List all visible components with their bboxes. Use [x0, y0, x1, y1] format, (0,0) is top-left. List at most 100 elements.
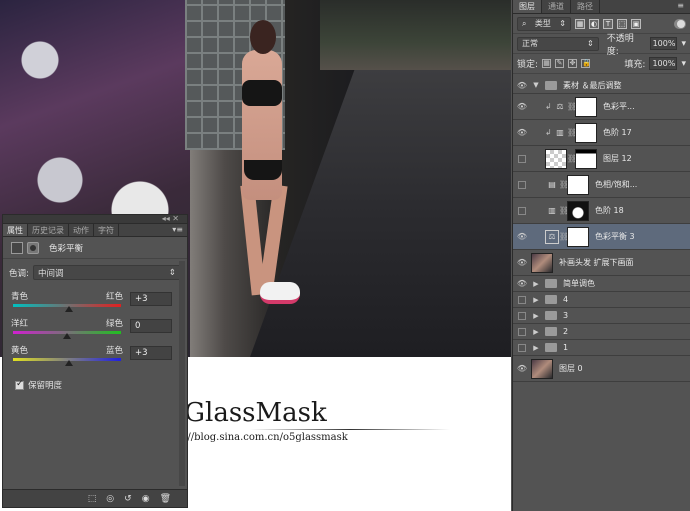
- slider-knob[interactable]: [64, 306, 73, 312]
- slider-left-label: 黄色: [11, 346, 29, 356]
- fill-label: 填充:: [624, 60, 646, 70]
- blend-mode-select[interactable]: 正常 ⇕: [517, 36, 599, 51]
- layer-name: 素材 ＆最后调整: [563, 80, 622, 90]
- layer-group-row[interactable]: ▶ 4: [513, 292, 690, 308]
- opacity-input[interactable]: 100%: [649, 37, 678, 50]
- layer-mask-thumbnail[interactable]: [567, 200, 589, 221]
- layer-row[interactable]: ⛓ 图层 12: [513, 146, 690, 172]
- visibility-box[interactable]: [518, 311, 526, 320]
- eye-icon[interactable]: 👁: [513, 102, 531, 111]
- slider-knob[interactable]: [64, 360, 73, 366]
- eye-icon[interactable]: 👁: [513, 232, 531, 241]
- filter-text-icon[interactable]: T: [603, 18, 613, 29]
- tab-channels[interactable]: 通道: [542, 0, 571, 13]
- trash-icon[interactable]: 🗑: [160, 494, 171, 504]
- layer-row[interactable]: 👁 ↲ ▥ ⛓ 色阶 17: [513, 120, 690, 146]
- tab-history[interactable]: 历史记录: [28, 224, 69, 236]
- lock-all-icon[interactable]: 🔒: [581, 59, 591, 68]
- slider-value-field[interactable]: 0: [130, 319, 172, 333]
- visibility-box[interactable]: [518, 343, 526, 352]
- preserve-luminosity-checkbox[interactable]: [15, 379, 24, 390]
- layer-thumbnail[interactable]: [531, 252, 553, 273]
- lock-paint-icon[interactable]: ✎: [555, 59, 565, 68]
- slider-left-label: 洋红: [11, 319, 29, 329]
- tab-actions[interactable]: 动作: [69, 224, 94, 236]
- tab-paths[interactable]: 路径: [571, 0, 600, 13]
- eye-icon[interactable]: 👁: [513, 81, 531, 90]
- layer-group-row[interactable]: 👁 ▶ 简单调色: [513, 276, 690, 292]
- layer-row[interactable]: ▥ ⛓ 色阶 18: [513, 198, 690, 224]
- layer-group-row[interactable]: ▶ 2: [513, 324, 690, 340]
- search-icon: ⌕: [522, 18, 527, 28]
- layer-name: 1: [563, 343, 569, 352]
- lock-transparent-icon[interactable]: ▦: [542, 59, 552, 68]
- layer-row-selected[interactable]: 👁 ⚖ ⛓ 色彩平衡 3: [513, 224, 690, 250]
- layer-thumbnail[interactable]: [545, 148, 567, 169]
- expand-arrow-icon[interactable]: ▶: [531, 312, 541, 320]
- layer-group-row[interactable]: 👁 ▼ 素材 ＆最后调整: [513, 77, 690, 94]
- opacity-dropdown-icon[interactable]: ▾: [681, 39, 686, 49]
- visibility-box[interactable]: [518, 327, 526, 336]
- layer-row[interactable]: 👁 ↲ ⚖ ⛓ 色彩平...: [513, 94, 690, 120]
- reset-icon[interactable]: ↺: [124, 494, 132, 504]
- fill-dropdown-icon[interactable]: ▾: [681, 59, 686, 69]
- fill-input[interactable]: 100%: [649, 57, 678, 70]
- filter-adjust-icon[interactable]: ◐: [589, 18, 599, 29]
- eye-icon[interactable]: 👁: [513, 258, 531, 267]
- eye-icon[interactable]: 👁: [513, 279, 531, 288]
- visibility-icon[interactable]: ◉: [142, 494, 150, 504]
- collapse-icon[interactable]: ◂◂ ✕: [162, 214, 179, 223]
- visibility-box[interactable]: [518, 295, 526, 304]
- link-icon: ⛓: [567, 102, 578, 111]
- visibility-box[interactable]: [518, 206, 526, 215]
- properties-scrollbar[interactable]: [179, 261, 185, 486]
- expand-arrow-icon[interactable]: ▶: [531, 328, 541, 336]
- visibility-box[interactable]: [518, 180, 526, 189]
- filter-shape-icon[interactable]: ⬚: [617, 18, 627, 29]
- expand-arrow-icon[interactable]: ▶: [531, 296, 541, 304]
- folder-icon: [545, 327, 557, 336]
- view-prev-icon[interactable]: ◎: [106, 494, 114, 504]
- expand-arrow-icon[interactable]: ▼: [531, 81, 541, 89]
- slider-value-field[interactable]: +3: [130, 292, 172, 306]
- eye-icon[interactable]: 👁: [513, 128, 531, 137]
- clip-icon[interactable]: ⬚: [88, 494, 97, 504]
- layer-row[interactable]: 👁 图层 0: [513, 356, 690, 382]
- layer-name: 简单调色: [563, 279, 595, 288]
- lock-move-icon[interactable]: ✥: [568, 59, 578, 68]
- filter-pixel-icon[interactable]: ▦: [575, 18, 585, 29]
- layer-mask-thumbnail[interactable]: [567, 226, 589, 247]
- layer-name: 4: [563, 295, 569, 304]
- layers-menu-icon[interactable]: ≡: [677, 1, 684, 10]
- tab-properties[interactable]: 属性: [3, 224, 28, 236]
- layer-mask-thumbnail[interactable]: [575, 148, 597, 169]
- tone-select[interactable]: 中间调 ⇕: [33, 265, 181, 280]
- layer-group-row[interactable]: ▶ 1: [513, 340, 690, 356]
- panel-menu-icon[interactable]: ▾≡: [172, 225, 183, 234]
- link-icon: ⛓: [559, 180, 570, 189]
- layer-row[interactable]: 👁 补画头发 扩展下画面: [513, 250, 690, 276]
- watermark-line: [250, 429, 450, 430]
- filter-smart-icon[interactable]: ▣: [631, 18, 641, 29]
- tab-character[interactable]: 字符: [94, 224, 119, 236]
- slider-knob[interactable]: [63, 333, 71, 339]
- eye-icon[interactable]: 👁: [513, 364, 531, 373]
- layer-mask-thumbnail[interactable]: [575, 122, 597, 143]
- mask-icon[interactable]: [27, 241, 39, 254]
- expand-arrow-icon[interactable]: ▶: [531, 280, 541, 288]
- tab-layers[interactable]: 图层: [513, 0, 542, 13]
- layer-thumbnail[interactable]: [531, 358, 553, 379]
- filter-type-select[interactable]: ⌕ 类型 ⇕: [517, 16, 571, 31]
- filter-toggle[interactable]: [674, 18, 686, 29]
- layer-mask-thumbnail[interactable]: [575, 96, 597, 117]
- layer-mask-thumbnail[interactable]: [567, 174, 589, 195]
- layer-group-row[interactable]: ▶ 3: [513, 308, 690, 324]
- layer-row[interactable]: ▤ ⛓ 色相/饱和...: [513, 172, 690, 198]
- layer-name: 色彩平衡 3: [595, 232, 635, 241]
- filter-row: ⌕ 类型 ⇕ ▦ ◐ T ⬚ ▣: [513, 14, 690, 34]
- slider-value-field[interactable]: +3: [130, 346, 172, 360]
- visibility-box[interactable]: [518, 154, 526, 163]
- expand-arrow-icon[interactable]: ▶: [531, 344, 541, 352]
- panel-drag-bar[interactable]: ◂◂ ✕: [3, 214, 187, 224]
- slider-right-label: 绿色: [106, 319, 124, 329]
